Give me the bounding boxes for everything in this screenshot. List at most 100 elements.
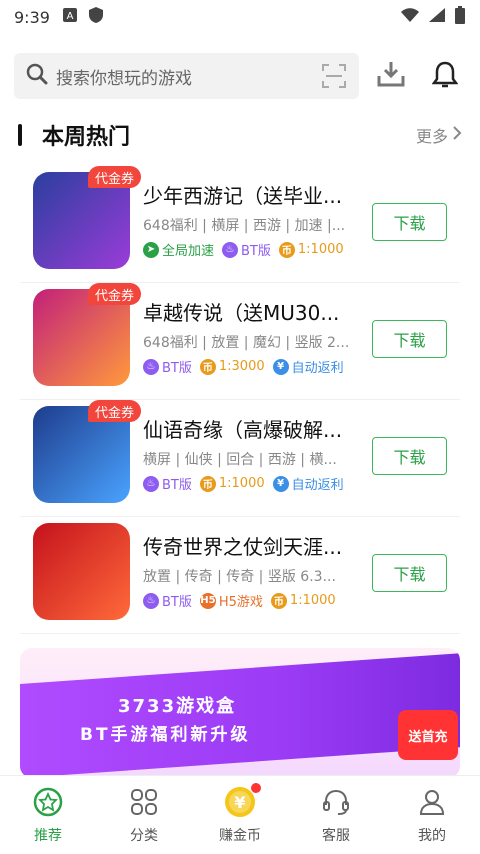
game-tag-label: 自动返利 bbox=[291, 361, 344, 376]
game-tag: ♨ BT版 bbox=[143, 357, 192, 376]
coin-icon: 币 bbox=[199, 475, 216, 492]
nav-item[interactable]: ¥ 赚金币 bbox=[192, 776, 288, 854]
more-label: 更多 bbox=[415, 127, 448, 146]
game-meta: 放置 | 传奇 | 传奇 | 竖版 6.3... bbox=[143, 569, 336, 585]
battery-icon bbox=[454, 5, 466, 29]
download-icon bbox=[376, 59, 406, 93]
coupon-badge: 代金券 bbox=[88, 166, 142, 188]
nav-item[interactable]: 我的 bbox=[384, 776, 480, 854]
game-tag: ♨ BT版 bbox=[222, 240, 271, 259]
game-meta: 横屏 | 仙侠 | 回合 | 西游 | 横... bbox=[143, 452, 337, 468]
game-name: 少年西游记（送毕业... bbox=[143, 184, 343, 208]
yen-icon: ¥ bbox=[272, 358, 289, 375]
nav-label: 分类 bbox=[130, 828, 158, 844]
game-tag-label: 1:1000 bbox=[289, 593, 336, 608]
nav-label: 我的 bbox=[418, 828, 446, 844]
svg-text:A: A bbox=[67, 11, 74, 22]
flame-icon: ♨ bbox=[222, 241, 239, 258]
flame-icon: ♨ bbox=[143, 475, 159, 492]
game-list-item[interactable]: 代金券 少年西游记（送毕业... 648福利 | 横屏 | 西游 | 加速 |.… bbox=[20, 166, 460, 283]
nav-item[interactable]: 推荐 bbox=[0, 776, 96, 854]
yen-icon: ¥ bbox=[272, 475, 289, 492]
search-icon bbox=[26, 63, 48, 89]
promo-banner[interactable]: 3733游戏盒 BT手游福利新升级 送首充 bbox=[20, 648, 460, 778]
bottom-nav: 推荐 分类 ¥ 赚金币 客服 我的 bbox=[0, 775, 480, 854]
section-title: 本周热门 bbox=[42, 125, 131, 150]
scan-icon[interactable] bbox=[321, 63, 347, 89]
game-list-item[interactable]: 代金券 仙语奇缘（高爆破解... 横屏 | 仙侠 | 回合 | 西游 | 横..… bbox=[20, 400, 460, 517]
download-button[interactable]: 下载 bbox=[372, 320, 447, 358]
game-tag-label: 1:1000 bbox=[297, 242, 344, 257]
download-button[interactable]: 下载 bbox=[372, 203, 447, 241]
game-tag: 币 1:1000 bbox=[278, 240, 344, 259]
game-tag-label: 全局加速 bbox=[162, 244, 215, 259]
game-tags: ➤ 全局加速 ♨ BT版 币 1:1000 bbox=[143, 240, 344, 259]
game-tag: ♨ BT版 bbox=[143, 591, 192, 610]
game-tag: ¥ 自动返利 bbox=[272, 357, 344, 376]
coupon-badge: 代金券 bbox=[88, 400, 142, 422]
banner-title: 3733游戏盒 bbox=[118, 696, 237, 717]
wifi-icon bbox=[400, 7, 420, 27]
yen-coin-icon: ¥ bbox=[223, 783, 261, 819]
game-tag-label: 1:1000 bbox=[218, 476, 265, 491]
game-icon[interactable] bbox=[33, 523, 130, 620]
chevron-right-icon bbox=[452, 125, 462, 145]
bell-icon bbox=[431, 59, 459, 93]
flame-icon: ♨ bbox=[143, 592, 159, 609]
h5-icon: H5 bbox=[199, 592, 216, 609]
download-manager-button[interactable] bbox=[371, 56, 411, 96]
flame-icon: ♨ bbox=[143, 358, 159, 375]
coin-icon: 币 bbox=[278, 241, 295, 258]
nav-label: 客服 bbox=[322, 828, 350, 844]
coin-icon: 币 bbox=[270, 592, 287, 609]
game-tag: 币 1:3000 bbox=[199, 357, 265, 376]
game-tags: ♨ BT版 H5 H5游戏 币 1:1000 bbox=[143, 591, 336, 610]
game-tag-label: BT版 bbox=[162, 361, 192, 376]
coin-icon: 币 bbox=[199, 358, 216, 375]
app-a-icon: A bbox=[62, 7, 78, 27]
game-tag: H5 H5游戏 bbox=[199, 591, 263, 610]
game-tag: ♨ BT版 bbox=[143, 474, 192, 493]
game-tag: ¥ 自动返利 bbox=[272, 474, 344, 493]
game-name: 卓越传说（送MU30... bbox=[143, 301, 340, 325]
status-time: 9:39 bbox=[14, 7, 50, 27]
star-icon bbox=[31, 785, 65, 819]
game-list-item[interactable]: 传奇世界之仗剑天涯... 放置 | 传奇 | 传奇 | 竖版 6.3... ♨ … bbox=[20, 517, 460, 634]
coupon-badge: 代金券 bbox=[88, 283, 142, 305]
game-meta: 648福利 | 横屏 | 西游 | 加速 |... bbox=[143, 218, 346, 234]
section-bar bbox=[18, 124, 22, 146]
notification-button[interactable] bbox=[425, 56, 465, 96]
download-button[interactable]: 下载 bbox=[372, 437, 447, 475]
game-list-item[interactable]: 代金券 卓越传说（送MU30... 648福利 | 放置 | 魔幻 | 竖版 2… bbox=[20, 283, 460, 400]
status-bar: 9:39 A bbox=[0, 0, 480, 34]
game-meta: 648福利 | 放置 | 魔幻 | 竖版 2... bbox=[143, 335, 350, 351]
user-icon bbox=[415, 785, 449, 819]
banner-subtitle: BT手游福利新升级 bbox=[80, 725, 251, 745]
game-tag: 币 1:1000 bbox=[199, 474, 265, 493]
game-tags: ♨ BT版 币 1:1000 ¥ 自动返利 bbox=[143, 474, 344, 493]
search-box[interactable]: 搜索你想玩的游戏 bbox=[14, 53, 359, 99]
game-tag: ➤ 全局加速 bbox=[143, 240, 214, 259]
svg-text:¥: ¥ bbox=[234, 793, 245, 812]
shield-icon bbox=[88, 6, 104, 28]
nav-item[interactable]: 分类 bbox=[96, 776, 192, 854]
category-icon bbox=[127, 785, 161, 819]
game-name: 传奇世界之仗剑天涯... bbox=[143, 535, 343, 559]
game-name: 仙语奇缘（高爆破解... bbox=[143, 418, 343, 442]
top-bar: 搜索你想玩的游戏 bbox=[14, 53, 466, 99]
more-link[interactable]: 更多 bbox=[416, 123, 462, 147]
section-header: 本周热门 更多 bbox=[18, 120, 462, 150]
headset-icon bbox=[319, 785, 353, 819]
game-tag-label: BT版 bbox=[241, 244, 271, 259]
game-tag-label: BT版 bbox=[162, 595, 192, 610]
game-tag-label: BT版 bbox=[162, 478, 192, 493]
nav-item[interactable]: 客服 bbox=[288, 776, 384, 854]
game-list: 代金券 少年西游记（送毕业... 648福利 | 横屏 | 西游 | 加速 |.… bbox=[0, 166, 480, 634]
game-tag-label: 1:3000 bbox=[218, 359, 265, 374]
download-button[interactable]: 下载 bbox=[372, 554, 447, 592]
game-tag-label: 自动返利 bbox=[291, 478, 344, 493]
nav-label: 推荐 bbox=[34, 828, 62, 844]
nav-label: 赚金币 bbox=[219, 828, 261, 844]
search-placeholder: 搜索你想玩的游戏 bbox=[56, 68, 192, 89]
game-tag: 币 1:1000 bbox=[270, 591, 336, 610]
